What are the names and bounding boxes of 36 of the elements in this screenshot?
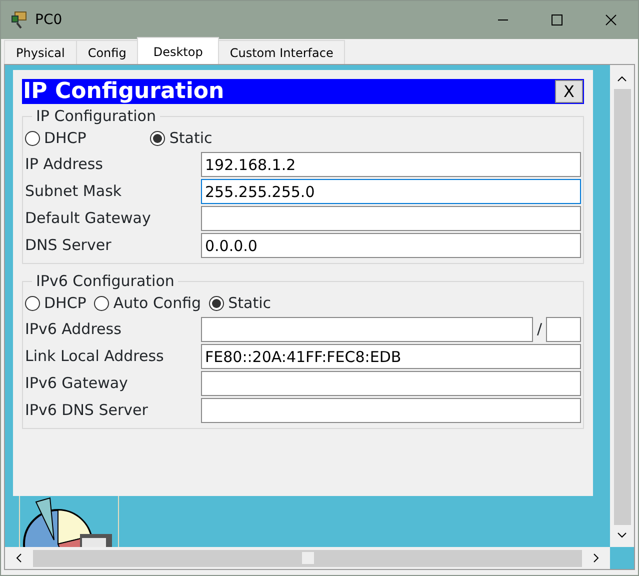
input-field[interactable] — [201, 371, 581, 396]
field-label: Default Gateway — [25, 208, 152, 230]
field-label: IPv6 DNS Server — [25, 400, 149, 422]
pc-icon — [9, 10, 29, 30]
radio-option[interactable]: Static — [150, 126, 212, 150]
scroll-thumb[interactable] — [302, 552, 314, 564]
field-label: IPv6 Gateway — [25, 373, 129, 394]
window-title: PC0 — [35, 10, 62, 30]
field-label: IPv6 Address — [25, 319, 122, 340]
tab[interactable]: Custom Interface — [218, 40, 346, 64]
radio-option[interactable]: Static — [209, 292, 271, 314]
input-field[interactable] — [201, 206, 581, 231]
field-label: Subnet Mask — [25, 181, 123, 202]
field-label: DNS Server — [25, 235, 112, 256]
dialog-title: IP Configuration — [23, 80, 224, 102]
maximize-icon[interactable] — [551, 14, 563, 26]
close-button[interactable]: X — [555, 80, 583, 103]
radio-option[interactable]: Auto Config — [94, 292, 202, 314]
scrollbar-corner — [610, 547, 634, 569]
input-field[interactable]: 192.168.1.2 — [201, 152, 581, 177]
input-field[interactable]: 0.0.0.0 — [201, 233, 581, 258]
separator-label: / — [536, 319, 542, 340]
input-field[interactable]: 255.255.255.0 — [201, 179, 581, 204]
tab[interactable]: Physical — [4, 40, 77, 64]
group-legend: IPv6 Configuration — [32, 272, 178, 290]
radio-option[interactable]: DHCP — [25, 292, 86, 314]
field-label: IP Address — [25, 154, 104, 176]
prefix-field[interactable] — [546, 317, 581, 342]
tab[interactable]: Desktop — [137, 37, 219, 64]
input-field[interactable]: FE80::20A:41FF:FEC8:EDB — [201, 344, 581, 369]
group-legend: IP Configuration — [32, 107, 160, 125]
field-label: Link Local Address — [25, 346, 165, 368]
radio-option[interactable]: DHCP — [25, 126, 86, 150]
input-field[interactable] — [201, 398, 581, 423]
close-icon[interactable] — [605, 14, 617, 26]
input-field[interactable] — [201, 317, 533, 342]
